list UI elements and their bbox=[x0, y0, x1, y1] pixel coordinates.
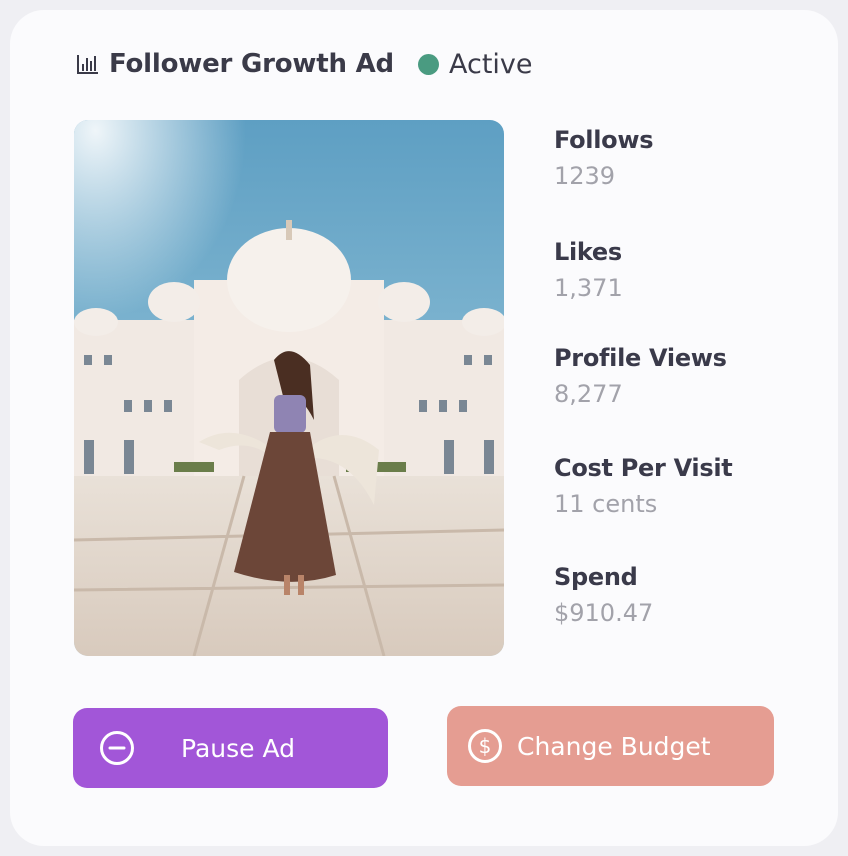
change-budget-button[interactable]: $ Change Budget bbox=[447, 706, 774, 786]
stat-label: Cost Per Visit bbox=[554, 454, 733, 482]
svg-text:$: $ bbox=[479, 734, 492, 758]
ad-header: Follower Growth Ad bbox=[76, 48, 394, 80]
ad-photo bbox=[74, 120, 504, 656]
pause-ad-button[interactable]: Pause Ad bbox=[73, 708, 388, 788]
stat-follows: Follows 1239 bbox=[554, 126, 654, 190]
stat-label: Follows bbox=[554, 126, 654, 154]
stat-value: 1,371 bbox=[554, 274, 623, 302]
stat-cost-per-visit: Cost Per Visit 11 cents bbox=[554, 454, 733, 518]
minus-circle-icon bbox=[99, 730, 135, 766]
stat-label: Spend bbox=[554, 563, 638, 591]
change-budget-label: Change Budget bbox=[517, 731, 711, 761]
stat-label: Profile Views bbox=[554, 344, 727, 372]
ad-title: Follower Growth Ad bbox=[109, 49, 394, 79]
stat-value: $910.47 bbox=[554, 599, 654, 627]
status-text: Active bbox=[449, 48, 533, 80]
stat-value: 1239 bbox=[554, 162, 616, 190]
pause-ad-label: Pause Ad bbox=[181, 733, 296, 763]
stat-value: 11 cents bbox=[554, 490, 658, 518]
stat-profile-views: Profile Views 8,277 bbox=[554, 344, 727, 408]
bar-chart-icon bbox=[76, 52, 100, 76]
status-badge: Active bbox=[418, 48, 533, 80]
stat-label: Likes bbox=[554, 238, 622, 266]
dollar-circle-icon: $ bbox=[467, 728, 503, 764]
stat-value: 8,277 bbox=[554, 380, 623, 408]
stat-spend: Spend $910.47 bbox=[554, 563, 653, 627]
status-dot-icon bbox=[418, 53, 439, 75]
stat-likes: Likes 1,371 bbox=[554, 238, 623, 302]
